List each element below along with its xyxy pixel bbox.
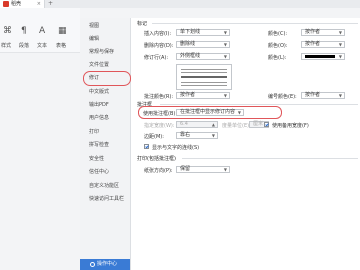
paragraph-icon: ¶: [21, 26, 27, 36]
nav-item-print[interactable]: 打印: [89, 128, 99, 135]
border-color-value: 按作者: [305, 92, 321, 98]
stepper-icon: ▲: [211, 122, 215, 127]
revline-dropdown[interactable]: 外侧框线 ▼: [176, 53, 230, 60]
nav-item-quick-access[interactable]: 快速访问工具栏: [89, 195, 124, 202]
toolbar-text[interactable]: 文本: [37, 42, 47, 49]
help-center-label: 操作中心: [97, 261, 118, 267]
margin-value: 靠右: [180, 132, 191, 138]
nav-item-trust-center[interactable]: 信任中心: [89, 168, 109, 175]
ribbon-toolbar: ⌘ ¶ A ▦ 样式 段落 文本 表格: [0, 8, 80, 53]
border-color-dropdown[interactable]: 按作者 ▼: [301, 92, 345, 99]
insert-color-dropdown[interactable]: 按作者 ▼: [301, 29, 345, 36]
insert-value: 单下划线: [180, 29, 201, 35]
chevron-down-icon: ▼: [211, 133, 215, 138]
revline-value: 外侧框线: [180, 53, 201, 59]
use-balloons-label: 使用批注框(B):: [143, 111, 178, 117]
chevron-down-icon: ▼: [338, 93, 342, 98]
width-input[interactable]: 6.4 ▲: [176, 121, 218, 128]
use-alt-width-checkbox[interactable]: [264, 122, 269, 127]
use-balloons-dropdown[interactable]: 在批注框中显示修订内容 ▼: [176, 109, 244, 116]
chevron-down-icon: ▼: [223, 167, 227, 172]
chevron-down-icon: ▼: [223, 42, 227, 47]
close-icon[interactable]: ×: [37, 0, 41, 8]
delete-color-label: 颜色(O):: [268, 43, 288, 49]
insert-dropdown[interactable]: 单下划线 ▼: [176, 29, 230, 36]
section-markup-title: 标记: [137, 21, 148, 27]
help-center-button[interactable]: 操作中心: [80, 259, 130, 270]
insert-label: 插入内容(I):: [144, 31, 172, 37]
wps-logo-icon: [3, 1, 9, 7]
nav-item-user-info[interactable]: 用户信息: [89, 114, 109, 121]
nav-item-general[interactable]: 常规与保存: [89, 48, 114, 55]
divider: [152, 23, 358, 24]
style-icon: ⌘: [3, 26, 12, 36]
nav-item-chinese-layout[interactable]: 中文版式: [89, 88, 109, 95]
toolbar-style[interactable]: 样式: [1, 42, 11, 49]
delete-value: 删除线: [180, 41, 196, 47]
delete-dropdown[interactable]: 删除线 ▼: [176, 41, 230, 48]
delete-color-dropdown[interactable]: 按作者 ▼: [301, 41, 345, 48]
nav-item-view[interactable]: 视图: [89, 22, 99, 29]
divider: [182, 158, 358, 159]
nav-item-output-pdf[interactable]: 输出PDF: [89, 101, 109, 108]
preview-line: [181, 76, 227, 78]
border-color-label: 编号颜色(E):: [268, 94, 297, 100]
color-swatch: [305, 55, 335, 58]
chevron-down-icon: ▼: [237, 110, 241, 115]
chevron-down-icon: ▼: [338, 54, 342, 59]
delete-label: 删除内容(D):: [144, 43, 174, 49]
toolbar-paragraph[interactable]: 段落: [19, 42, 29, 49]
orientation-label: 纸张方向(P):: [144, 168, 173, 174]
new-tab-button[interactable]: +: [48, 0, 53, 8]
preview-line: [181, 69, 227, 70]
preview-line: [181, 85, 227, 86]
comment-color-label: 批注颜色(R):: [144, 94, 174, 100]
revline-color-label: 颜色(L):: [268, 55, 287, 61]
margin-label: 边距(M):: [144, 134, 164, 140]
nav-item-security[interactable]: 安全性: [89, 155, 104, 162]
width-label: 指定宽度(W):: [144, 123, 175, 129]
show-lines-checkbox[interactable]: [144, 144, 149, 149]
chevron-down-icon: ▼: [223, 93, 227, 98]
comment-color-dropdown[interactable]: 按作者 ▼: [176, 92, 230, 99]
orientation-value: 保留: [180, 166, 191, 172]
nav-item-spell-check[interactable]: 拼写检查: [89, 141, 109, 148]
use-balloons-value: 在批注框中显示修订内容: [180, 109, 236, 115]
markup-preview: [176, 64, 232, 90]
revline-color-dropdown[interactable]: ▼: [301, 53, 345, 60]
chevron-down-icon: ▼: [223, 30, 227, 35]
revline-label: 修订行(A):: [144, 55, 169, 61]
nav-item-revision[interactable]: 修订: [89, 74, 99, 81]
preview-line: [181, 72, 227, 73]
nav-item-file-location[interactable]: 文件位置: [89, 61, 109, 68]
text-icon: A: [39, 26, 46, 36]
margin-dropdown[interactable]: 靠右 ▼: [176, 132, 218, 139]
nav-item-edit[interactable]: 编辑: [89, 35, 99, 42]
preview-line: [181, 82, 227, 83]
orientation-dropdown[interactable]: 保留 ▼: [176, 166, 230, 173]
insert-color-value: 按作者: [305, 29, 321, 35]
chevron-down-icon: ▼: [338, 30, 342, 35]
table-icon: ▦: [58, 26, 67, 36]
unit-label: 度量单位(E):: [222, 123, 251, 129]
chevron-down-icon: ▼: [338, 42, 342, 47]
insert-color-label: 颜色(C):: [268, 31, 288, 37]
tab-title: 稻壳: [11, 1, 22, 7]
unit-value: 厘米: [253, 121, 264, 127]
use-alt-width-label: 使用备用宽度(F): [272, 123, 309, 129]
show-lines-label: 显示与文字的连线(S): [152, 145, 200, 151]
width-value: 6.4: [180, 121, 188, 127]
toolbar-table[interactable]: 表格: [56, 42, 66, 49]
comment-color-value: 按作者: [180, 92, 196, 98]
divider: [160, 104, 358, 105]
tab-daoke[interactable]: 稻壳 ×: [0, 0, 45, 8]
delete-color-value: 按作者: [305, 41, 321, 47]
section-print-title: 打印(包括批注框): [137, 156, 176, 162]
chevron-down-icon: ▼: [223, 54, 227, 59]
tab-strip: 稻壳 × +: [0, 0, 360, 8]
nav-item-custom-ribbon[interactable]: 自定义功能区: [89, 182, 119, 189]
help-icon: [90, 262, 95, 267]
